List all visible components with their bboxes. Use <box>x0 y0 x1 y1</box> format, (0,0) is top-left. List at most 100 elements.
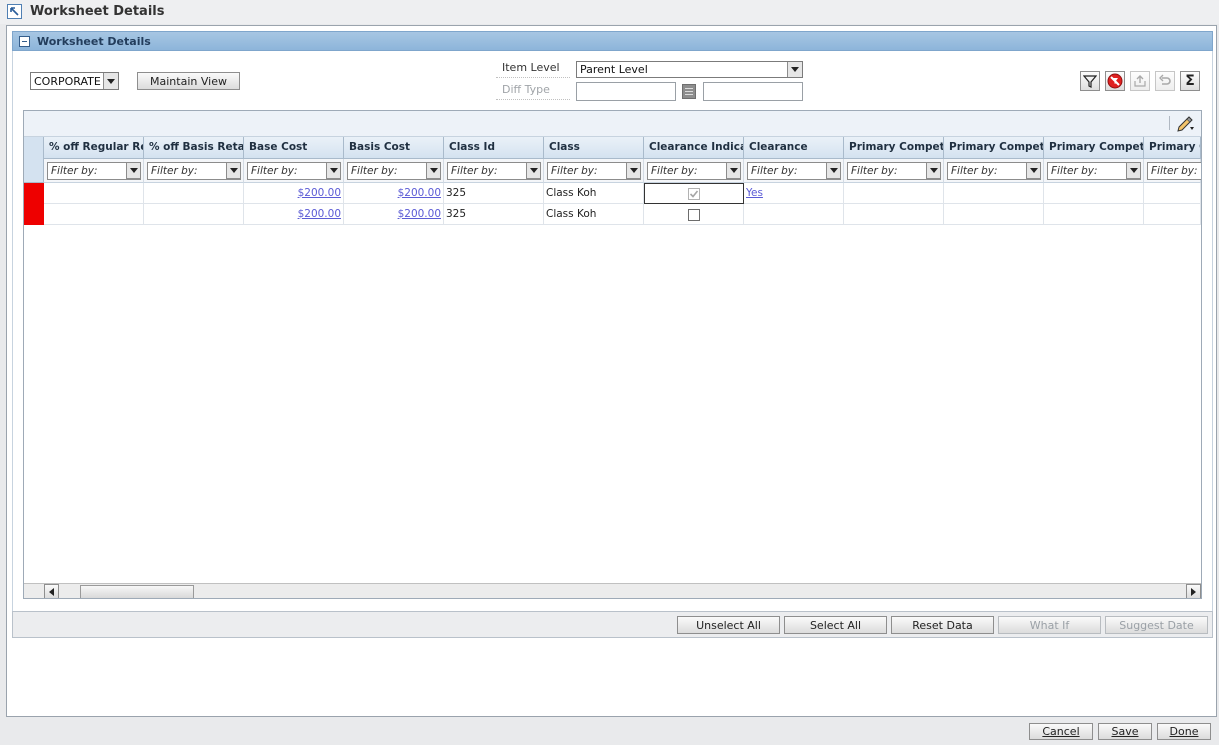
window-title-bar: Worksheet Details <box>0 0 1219 24</box>
diff-type-input[interactable] <box>576 82 676 101</box>
base-cost-link[interactable]: $200.00 <box>244 183 344 204</box>
window-title: Worksheet Details <box>30 4 165 19</box>
primary-competitor-cell[interactable] <box>1144 183 1201 204</box>
suggest-date-button[interactable]: Suggest Date <box>1105 616 1208 634</box>
column-header[interactable]: Primary Competitor <box>1044 137 1144 159</box>
column-filter: Filter by: <box>444 159 544 183</box>
chevron-down-icon[interactable] <box>1126 162 1141 179</box>
column-header[interactable]: % off Regular Retail <box>44 137 144 159</box>
chevron-down-icon[interactable] <box>103 73 118 89</box>
class-cell: Class Koh <box>544 183 644 204</box>
filter-input[interactable]: Filter by: <box>1147 162 1201 180</box>
done-button[interactable]: Done <box>1157 723 1211 740</box>
column-header[interactable]: Class Id <box>444 137 544 159</box>
column-filter: Filter by: <box>744 159 844 183</box>
table-row[interactable]: $200.00 $200.00 325 Class Koh Yes <box>24 183 1201 204</box>
primary-competitor-cell[interactable] <box>844 204 944 225</box>
column-filter: Filter by: <box>1044 159 1144 183</box>
undo-icon[interactable] <box>1155 71 1175 91</box>
view-select-value: CORPORATE <box>34 74 101 88</box>
column-header[interactable]: Basis Cost <box>344 137 444 159</box>
chevron-down-icon[interactable] <box>126 162 141 179</box>
pct-off-regular-cell[interactable] <box>44 183 144 204</box>
column-header[interactable]: Clearance <box>744 137 844 159</box>
primary-competitor-cell[interactable] <box>1044 204 1144 225</box>
toolbar-divider <box>1169 116 1170 130</box>
filter-icon[interactable] <box>1080 71 1100 91</box>
save-button[interactable]: Save <box>1098 723 1152 740</box>
clearance-link[interactable] <box>744 204 844 225</box>
pct-off-basis-cell[interactable] <box>144 204 244 225</box>
view-select[interactable]: CORPORATE <box>30 72 119 90</box>
item-level-value: Parent Level <box>580 63 648 76</box>
clear-filter-icon[interactable] <box>1105 71 1125 91</box>
what-if-button[interactable]: What If <box>998 616 1101 634</box>
class-cell: Class Koh <box>544 204 644 225</box>
column-header[interactable]: Primary Competitor <box>844 137 944 159</box>
row-status-marker <box>24 183 44 204</box>
basis-cost-link[interactable]: $200.00 <box>344 183 444 204</box>
diff-type-input-2[interactable] <box>703 82 803 101</box>
column-filter: Filter by: <box>944 159 1044 183</box>
maintain-view-button[interactable]: Maintain View <box>137 72 240 90</box>
primary-competitor-cell[interactable] <box>844 183 944 204</box>
clearance-indicator-checkbox[interactable] <box>688 187 700 200</box>
chevron-down-icon[interactable] <box>1026 162 1041 179</box>
section-header: Worksheet Details <box>12 31 1213 51</box>
collapse-icon[interactable] <box>19 36 30 47</box>
class-id-cell: 325 <box>444 204 544 225</box>
base-cost-link[interactable]: $200.00 <box>244 204 344 225</box>
scroll-right-icon[interactable] <box>1186 584 1201 598</box>
chevron-down-icon[interactable] <box>826 162 841 179</box>
scrollbar-thumb[interactable] <box>80 585 194 598</box>
clearance-indicator-cell[interactable] <box>644 183 744 204</box>
primary-competitor-cell[interactable] <box>944 204 1044 225</box>
chevron-down-icon[interactable] <box>626 162 641 179</box>
sum-icon[interactable]: Σ <box>1180 71 1200 91</box>
export-icon[interactable] <box>1130 71 1150 91</box>
scroll-left-icon[interactable] <box>44 584 59 598</box>
primary-competitor-cell[interactable] <box>1144 204 1201 225</box>
horizontal-scrollbar[interactable] <box>44 583 1201 598</box>
column-filter: Filter by: <box>844 159 944 183</box>
clearance-indicator-cell[interactable] <box>644 204 744 225</box>
worksheet-grid: % off Regular Retail % off Basis Retail … <box>23 110 1202 599</box>
column-header[interactable]: Clearance Indicator <box>644 137 744 159</box>
primary-competitor-cell[interactable] <box>944 183 1044 204</box>
chevron-down-icon[interactable] <box>226 162 241 179</box>
column-filter: Filter by: <box>1144 159 1201 183</box>
unselect-all-button[interactable]: Unselect All <box>677 616 780 634</box>
reset-data-button[interactable]: Reset Data <box>891 616 994 634</box>
column-header[interactable]: % off Basis Retail <box>144 137 244 159</box>
clearance-indicator-checkbox[interactable] <box>687 208 700 221</box>
item-level-select[interactable]: Parent Level <box>576 61 803 78</box>
column-filter: Filter by: <box>344 159 444 183</box>
chevron-down-icon[interactable] <box>326 162 341 179</box>
pct-off-regular-cell[interactable] <box>44 204 144 225</box>
select-all-button[interactable]: Select All <box>784 616 887 634</box>
chevron-down-icon[interactable] <box>526 162 541 179</box>
chevron-down-icon[interactable] <box>726 162 741 179</box>
chevron-down-icon[interactable] <box>787 62 802 77</box>
clearance-link[interactable]: Yes <box>744 183 844 204</box>
chevron-down-icon[interactable] <box>426 162 441 179</box>
primary-competitor-cell[interactable] <box>1044 183 1144 204</box>
diff-type-label: Diff Type <box>496 83 570 100</box>
edit-pencil-icon[interactable] <box>1176 114 1196 132</box>
basis-cost-link[interactable]: $200.00 <box>344 204 444 225</box>
row-header-corner <box>24 137 44 183</box>
grid-toolbar <box>24 111 1201 137</box>
column-filter: Filter by: <box>44 159 144 183</box>
scroll-corner <box>24 583 44 598</box>
table-row[interactable]: $200.00 $200.00 325 Class Koh <box>24 204 1201 225</box>
cancel-button[interactable]: Cancel <box>1029 723 1093 740</box>
chevron-down-icon[interactable] <box>926 162 941 179</box>
pct-off-basis-cell[interactable] <box>144 183 244 204</box>
column-header[interactable]: Base Cost <box>244 137 344 159</box>
column-header[interactable]: Class <box>544 137 644 159</box>
navigate-back-icon[interactable] <box>7 4 22 19</box>
list-lookup-icon[interactable] <box>682 84 696 99</box>
column-header[interactable]: Primary Competitor <box>1144 137 1201 159</box>
column-header[interactable]: Primary Competitor <box>944 137 1044 159</box>
column-filter: Filter by: <box>544 159 644 183</box>
